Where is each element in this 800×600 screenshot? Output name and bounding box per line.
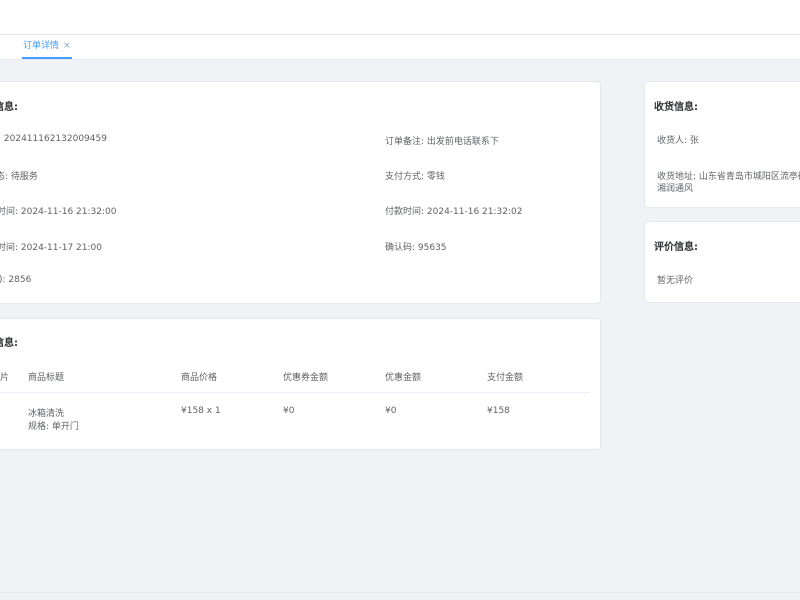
column-header-title: 商品标题 (28, 373, 65, 383)
footer-divider (0, 592, 800, 593)
table-divider (0, 392, 590, 393)
column-header-pay: 支付金额 (487, 373, 524, 383)
close-icon[interactable]: × (63, 41, 71, 51)
order-no-field: : 202411162132009459 (0, 134, 107, 144)
review-info-card: 评价信息: 暂无评价 (644, 221, 800, 303)
product-price: ¥158 x 1 (181, 406, 221, 416)
order-remark-field: 订单备注: 出发前电话联系下 (385, 137, 499, 147)
tab-order-detail[interactable]: 订单详情 × (22, 35, 72, 59)
review-empty-text: 暂无评价 (657, 276, 694, 286)
confirm-code-field: 确认码: 95635 (385, 243, 447, 253)
review-info-title: 评价信息: (654, 242, 698, 253)
receiver-info-card: 收货信息: 收货人: 张 收货地址: 山东省青岛市城阳区流亭街 湘润通风 (644, 81, 800, 208)
product-title: 冰箱清洗 (28, 409, 65, 419)
pay-method-field: 支付方式: 零钱 (385, 172, 445, 182)
column-header-image: 图片 (0, 373, 10, 383)
product-coupon: ¥0 (283, 406, 295, 416)
receiver-name-field: 收货人: 张 (657, 136, 699, 146)
column-header-price: 商品价格 (181, 373, 218, 383)
service-time-field: 时间: 2024-11-17 21:00 (0, 243, 102, 253)
order-status-field: 态: 待服务 (0, 172, 38, 182)
order-info-card: 信息: : 202411162132009459 态: 待服务 时间: 2024… (0, 81, 601, 304)
product-info-card: 信息: 图片 商品标题 商品价格 优惠券金额 优惠金额 支付金额 冰箱清洗 规格… (0, 318, 601, 450)
column-header-coupon: 优惠券金额 (283, 373, 329, 383)
top-header-bar (0, 0, 800, 35)
tabs-bar: 订单详情 × (0, 35, 800, 60)
product-pay: ¥158 (487, 406, 510, 416)
pay-time-field: 付款时间: 2024-11-16 21:32:02 (385, 207, 523, 217)
product-spec: 规格: 单开门 (28, 422, 79, 432)
order-info-title: 信息: (0, 102, 18, 113)
receiver-address-line2: 湘润通风 (657, 184, 694, 194)
column-header-discount: 优惠金额 (385, 373, 422, 383)
product-info-title: 信息: (0, 338, 18, 349)
product-discount: ¥0 (385, 406, 397, 416)
other-field: ): 2856 (0, 275, 32, 285)
create-time-field: 时间: 2024-11-16 21:32:00 (0, 207, 117, 217)
tab-order-detail-label: 订单详情 (23, 41, 60, 51)
receiver-info-title: 收货信息: (654, 102, 698, 113)
